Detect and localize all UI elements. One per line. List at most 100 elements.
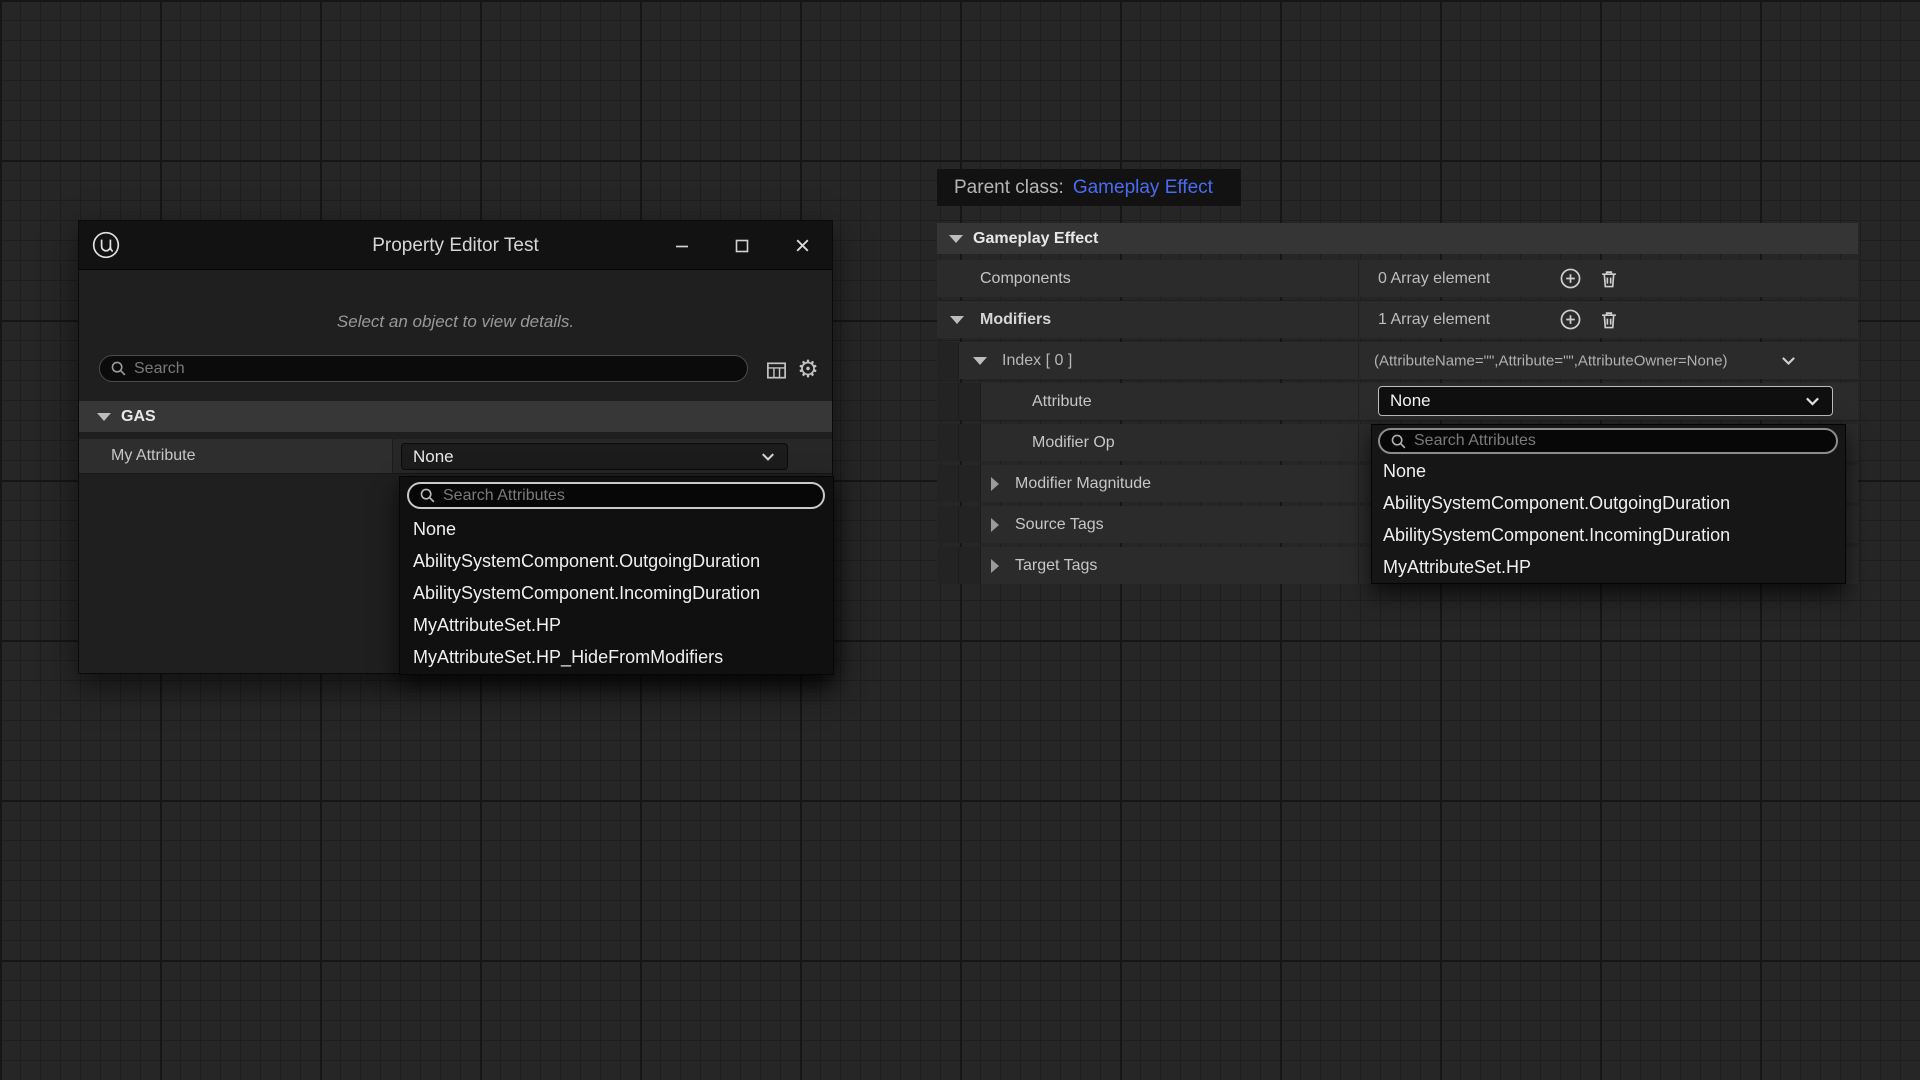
expander-collapsed-icon[interactable] — [991, 477, 999, 491]
attribute-option[interactable]: MyAttributeSet.HP_HideFromModifiers — [400, 641, 833, 673]
close-button[interactable] — [772, 221, 832, 270]
attribute-option-list: None AbilitySystemComponent.OutgoingDura… — [400, 513, 833, 673]
row-components: Components 0 Array element — [937, 260, 1858, 297]
property-label: My Attribute — [111, 447, 195, 465]
maximize-button[interactable] — [712, 221, 772, 270]
row-label: Modifiers — [980, 311, 1051, 329]
row-label: Modifier Op — [1032, 434, 1115, 452]
row-label: Components — [980, 270, 1071, 288]
property-value-cell: 1 Array element — [1359, 301, 1858, 338]
details-search-box[interactable] — [99, 355, 748, 382]
display-settings-icon[interactable] — [763, 357, 789, 383]
row-index-0[interactable]: Index [ 0 ] (AttributeName="",Attribute=… — [937, 342, 1858, 379]
attribute-option[interactable]: AbilitySystemComponent.IncomingDuration — [1372, 519, 1845, 551]
property-name-cell: Modifier Magnitude — [937, 465, 1359, 502]
attribute-dropdown-menu: None AbilitySystemComponent.OutgoingDura… — [399, 476, 834, 675]
property-name-cell: Components — [937, 260, 1359, 297]
attribute-dropdown-menu: None AbilitySystemComponent.OutgoingDura… — [1371, 424, 1846, 584]
chevron-expanded-icon — [97, 413, 111, 421]
indent-gutter — [937, 506, 959, 543]
search-icon — [1390, 433, 1407, 450]
property-name-cell: My Attribute — [79, 439, 393, 473]
property-value-cell: (AttributeName="",Attribute="",Attribute… — [1359, 342, 1858, 379]
combobox-value: None — [402, 447, 761, 467]
property-name-cell: Target Tags — [937, 547, 1359, 584]
close-icon — [794, 237, 811, 254]
array-count-text: 0 Array element — [1378, 270, 1490, 288]
attribute-option[interactable]: None — [400, 513, 833, 545]
indent-gutter — [959, 424, 981, 461]
row-attribute: Attribute None — [937, 383, 1858, 420]
row-modifiers[interactable]: Modifiers 1 Array element — [937, 301, 1858, 338]
row-label: Source Tags — [1015, 516, 1104, 534]
attribute-search-box[interactable] — [1378, 428, 1838, 454]
trash-icon — [1598, 309, 1620, 331]
details-panel: Gameplay Effect Components 0 Array eleme… — [937, 223, 1858, 584]
attribute-search-input[interactable] — [1414, 432, 1836, 450]
details-search-input[interactable] — [134, 360, 747, 378]
chevron-expanded-icon — [949, 235, 963, 243]
indent-gutter — [937, 547, 959, 584]
attribute-option[interactable]: MyAttributeSet.HP — [1372, 551, 1845, 583]
chevron-down-icon[interactable] — [1781, 355, 1796, 366]
attribute-option-list: None AbilitySystemComponent.OutgoingDura… — [1372, 455, 1845, 583]
my-attribute-combobox[interactable]: None — [401, 443, 788, 470]
category-header-gameplay-effect[interactable]: Gameplay Effect — [937, 223, 1858, 254]
parent-class-link[interactable]: Gameplay Effect — [1073, 177, 1213, 199]
row-label: Modifier Magnitude — [1015, 475, 1151, 493]
indent-gutter — [959, 465, 981, 502]
attribute-search-box[interactable] — [407, 482, 825, 509]
property-value-cell: None — [393, 439, 832, 473]
property-name-cell: Source Tags — [937, 506, 1359, 543]
combobox-value: None — [1379, 391, 1805, 411]
row-label: Attribute — [1032, 393, 1092, 411]
struct-summary-text: (AttributeName="",Attribute="",Attribute… — [1374, 352, 1728, 369]
expander-expanded-icon[interactable] — [973, 357, 987, 365]
parent-class-banner: Parent class: Gameplay Effect — [937, 169, 1241, 206]
settings-gear-icon[interactable]: ⚙ — [795, 357, 821, 383]
attribute-combobox[interactable]: None — [1378, 386, 1833, 416]
property-name-cell: Attribute — [937, 383, 1359, 420]
property-name-cell: Index [ 0 ] — [937, 342, 1359, 379]
plus-circle-icon — [1559, 267, 1582, 290]
expander-collapsed-icon[interactable] — [991, 518, 999, 532]
minimize-icon — [674, 238, 690, 254]
expander-expanded-icon[interactable] — [950, 316, 964, 324]
row-label: Index [ 0 ] — [1002, 352, 1072, 370]
indent-gutter — [959, 547, 981, 584]
indent-gutter — [937, 383, 959, 420]
chevron-down-icon — [1805, 396, 1820, 407]
expander-collapsed-icon[interactable] — [991, 559, 999, 573]
add-array-element-button[interactable] — [1558, 308, 1582, 332]
delete-array-button[interactable] — [1597, 267, 1621, 291]
parent-class-label: Parent class: — [954, 177, 1064, 199]
property-name-cell: Modifier Op — [937, 424, 1359, 461]
indent-gutter — [959, 383, 981, 420]
trash-icon — [1598, 268, 1620, 290]
array-count-text: 1 Array element — [1378, 311, 1490, 329]
minimize-button[interactable] — [652, 221, 712, 270]
window-titlebar[interactable]: Property Editor Test — [79, 221, 832, 270]
indent-gutter — [959, 506, 981, 543]
attribute-option[interactable]: AbilitySystemComponent.IncomingDuration — [400, 577, 833, 609]
property-editor-test-window: Property Editor Test Select an object to… — [78, 220, 833, 674]
attribute-option[interactable]: MyAttributeSet.HP — [400, 609, 833, 641]
row-label: Target Tags — [1015, 557, 1097, 575]
category-label: Gameplay Effect — [973, 230, 1098, 248]
attribute-search-input[interactable] — [443, 487, 823, 505]
attribute-option[interactable]: AbilitySystemComponent.OutgoingDuration — [1372, 487, 1845, 519]
property-name-cell: Modifiers — [937, 301, 1359, 338]
maximize-icon — [734, 238, 750, 254]
details-hint-text: Select an object to view details. — [79, 312, 832, 332]
category-label: GAS — [121, 408, 156, 426]
property-value-cell: 0 Array element — [1359, 260, 1858, 297]
category-header-gas[interactable]: GAS — [79, 401, 832, 432]
delete-array-button[interactable] — [1597, 308, 1621, 332]
attribute-option[interactable]: None — [1372, 455, 1845, 487]
search-icon — [419, 487, 436, 504]
add-array-element-button[interactable] — [1558, 267, 1582, 291]
indent-gutter — [937, 424, 959, 461]
search-icon — [110, 360, 127, 377]
attribute-option[interactable]: AbilitySystemComponent.OutgoingDuration — [400, 545, 833, 577]
property-value-cell: None — [1359, 383, 1858, 420]
